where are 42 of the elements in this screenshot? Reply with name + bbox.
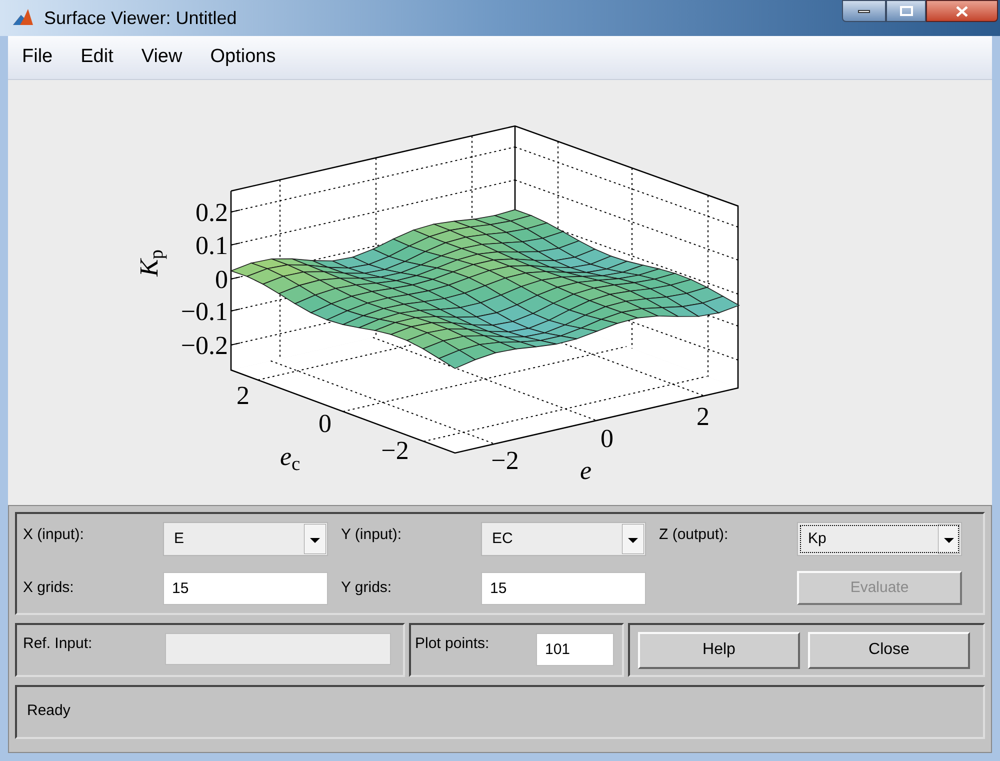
axis-tick-label: 2	[696, 402, 710, 431]
field-label: Plot points:	[415, 634, 490, 654]
status-text: Ready	[27, 702, 70, 719]
field-label: Z (output):	[659, 525, 730, 545]
menu-item[interactable]: Edit	[80, 43, 114, 72]
caret-icon	[304, 524, 326, 554]
field-label: Ref. Input:	[23, 634, 94, 654]
axis-tick-label: 0	[215, 265, 228, 294]
field-label: X (input):	[23, 525, 85, 545]
field-label: X grids:	[23, 578, 75, 598]
axis-tick-label: 2	[236, 381, 250, 410]
axis-tick-label: 0	[318, 409, 332, 438]
dropdown[interactable]: E	[163, 522, 328, 556]
dropdown[interactable]: Kp	[797, 522, 962, 556]
axis-tick-label: −2	[491, 446, 519, 475]
menu-item[interactable]: Options	[210, 43, 276, 72]
app-logo-icon	[12, 7, 34, 27]
maximize-button[interactable]	[886, 0, 926, 22]
field-label: Y grids:	[341, 578, 393, 598]
dropdown[interactable]: EC	[481, 522, 646, 556]
input-field[interactable]: 101	[536, 633, 614, 666]
axis-tick-label: 0.2	[196, 198, 228, 227]
close-icon	[956, 6, 968, 16]
close-button[interactable]	[926, 0, 998, 22]
axis-tick-label: −0.1	[180, 297, 228, 326]
axis-tick-label: −2	[381, 436, 409, 465]
menu-item[interactable]: View	[141, 43, 182, 72]
dialog-button[interactable]: Help	[638, 632, 800, 668]
input-field[interactable]: 15	[163, 572, 328, 605]
y-axis-label: e	[580, 458, 592, 484]
axis-tick-label: 0.1	[196, 231, 228, 260]
caret-icon	[938, 524, 960, 554]
menu-item[interactable]: File	[22, 43, 53, 72]
minimize-button[interactable]	[842, 0, 886, 22]
axis-tick-label: −0.2	[180, 331, 228, 360]
x-axis-label: e$_{c}$	[280, 444, 300, 470]
axis-tick-label: 0	[600, 424, 614, 453]
dialog-button[interactable]: Close	[808, 632, 970, 668]
input-field[interactable]: 15	[481, 572, 646, 605]
field-label: Y (input):	[341, 525, 403, 545]
caret-icon	[622, 524, 644, 554]
window-title: Surface Viewer: Untitled	[44, 7, 237, 30]
